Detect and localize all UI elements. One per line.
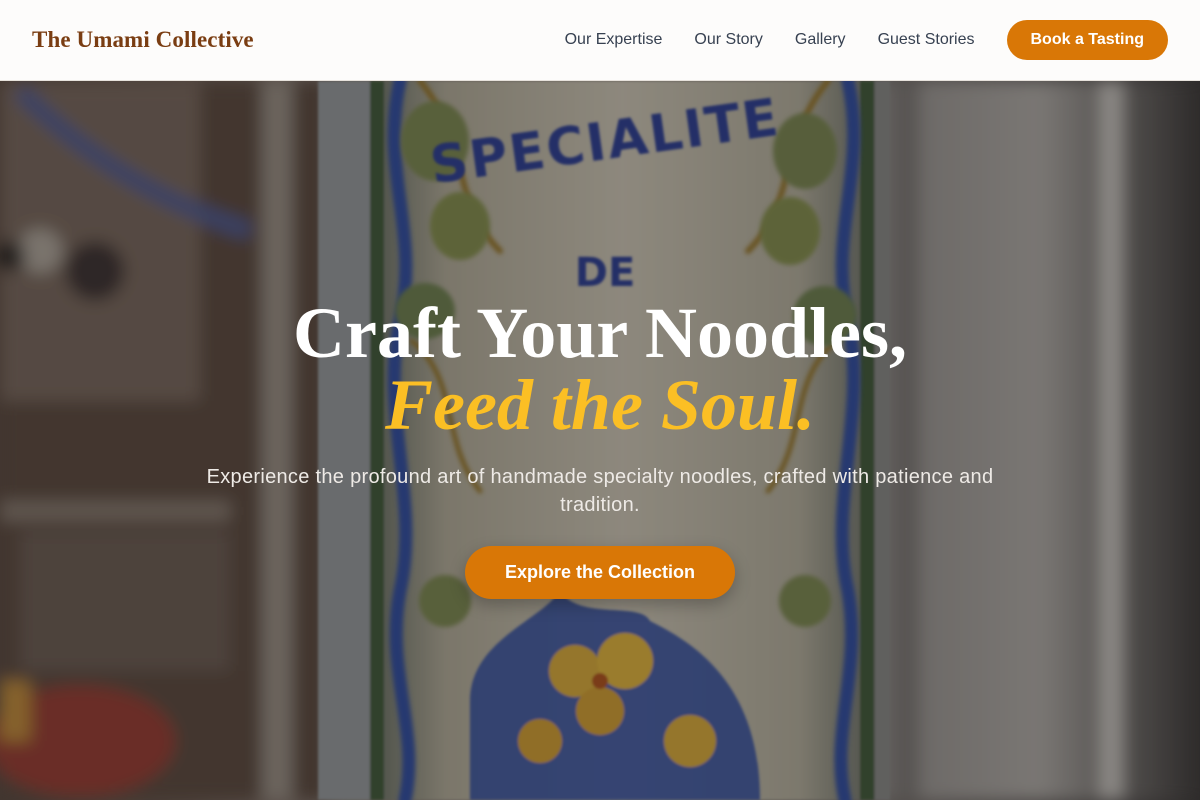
hero-subtitle: Experience the profound art of handmade …: [206, 466, 994, 516]
explore-collection-button[interactable]: Explore the Collection: [465, 546, 735, 599]
site-logo[interactable]: The Umami Collective: [32, 27, 254, 53]
nav-link-guest-stories[interactable]: Guest Stories: [878, 31, 975, 49]
nav-link-our-expertise[interactable]: Our Expertise: [565, 31, 663, 49]
hero-content: Craft Your Noodles, Feed the Soul. Exper…: [0, 81, 1200, 800]
book-tasting-button[interactable]: Book a Tasting: [1006, 20, 1168, 60]
hero-section: SPECIALITE DE Craft Your Noodles, Feed t…: [0, 81, 1200, 800]
nav-link-gallery[interactable]: Gallery: [795, 31, 846, 49]
hero-headline-line2: Feed the Soul.: [384, 365, 816, 445]
main-nav: Our Expertise Our Story Gallery Guest St…: [565, 20, 1168, 60]
nav-link-our-story[interactable]: Our Story: [694, 31, 762, 49]
site-header: The Umami Collective Our Expertise Our S…: [0, 0, 1200, 81]
